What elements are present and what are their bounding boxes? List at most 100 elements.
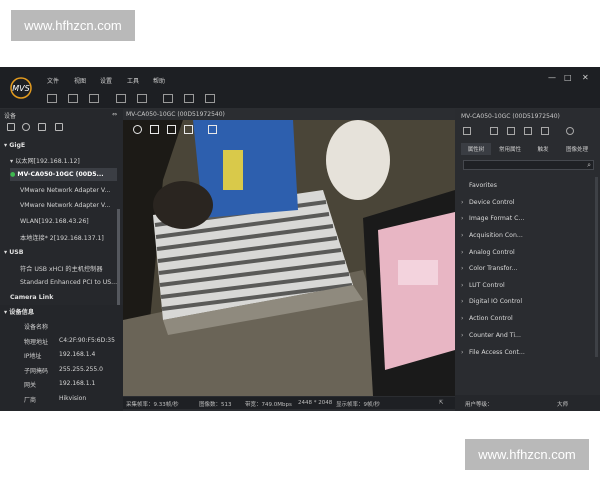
expand-icon[interactable]: ⇱ [439,400,444,406]
info-key-mac: 物理地址 [24,339,49,346]
close-button[interactable]: ✕ [582,73,589,82]
property-tool-3-icon[interactable] [507,127,515,135]
info-value-mac: C4:2F:90:F5:6D:35 [59,337,115,344]
user-level-select[interactable]: 大师 [557,400,568,408]
property-tool-4-icon[interactable] [524,127,532,135]
category-color-transform[interactable]: › Color Transfor... [461,265,517,272]
info-key-subnet: 子网掩码 [24,368,49,375]
search-icon: ⌕ [587,161,591,169]
chevron-right-icon: › [461,199,464,206]
category-counter-timer[interactable]: › Counter And Ti... [461,332,521,339]
mvs-logo: MVS [10,77,32,99]
category-acquisition[interactable]: › Acquisition Con... [461,232,523,239]
tree-gige-label: GigE [9,142,26,149]
info-value-ip: 192.168.1.4 [59,351,96,358]
property-search-input[interactable]: ⌕ [463,160,594,170]
category-favorites[interactable]: Favorites [461,182,497,189]
video-record-icon[interactable] [184,125,193,134]
category-device-control-label: Device Control [469,199,515,206]
preview-status-bar: 采集帧率：9.33帧/秒 图像数：513 带宽：749.0Mbps 2448 *… [123,397,455,409]
property-tool-2-icon[interactable] [490,127,498,135]
user-level-bar: 用户等级： 大师 [455,395,600,411]
category-digital-io-label: Digital IO Control [469,298,523,305]
user-level-label: 用户等级： [465,402,493,408]
watermark-bottom: www.hfhzcn.com [465,439,589,470]
tree-node-ethernet[interactable]: ▾ 以太网[192.168.1.12] [10,156,127,165]
category-action-control[interactable]: › Action Control [461,315,513,322]
camera-live-image [123,120,455,396]
device-info-title-label: 设备信息 [9,309,35,316]
save-icon[interactable] [68,94,78,103]
category-analog-control[interactable]: › Analog Control [461,249,515,256]
chevron-right-icon: › [461,332,464,339]
chevron-right-icon: › [461,265,464,272]
chevron-right-icon: › [461,282,464,289]
title-bar: MVS 文件 视图 设置 工具 帮助 — □ ✕ [0,67,600,108]
tree-usb-label: USB [9,249,24,256]
tab-property-tree[interactable]: 属性树 [461,143,491,155]
multi-window-icon[interactable] [116,94,126,103]
device-panel-title: 设备 [4,113,17,120]
layout-icon[interactable] [208,125,217,134]
status-collect-rate: 采集帧率：9.33帧/秒 [126,402,179,408]
snapshot-icon[interactable] [167,125,176,134]
menu-file[interactable]: 文件 [47,76,59,85]
maximize-button[interactable]: □ [564,73,572,82]
menu-settings[interactable]: 设置 [100,76,112,85]
tab-common-properties[interactable]: 常用属性 [493,143,527,155]
category-analog-control-label: Analog Control [469,249,515,256]
menu-view[interactable]: 视图 [74,76,86,85]
tree-section-usb[interactable]: ▾ USB [4,249,121,256]
open-folder-icon[interactable] [47,94,57,103]
modify-ip-icon[interactable] [55,123,63,131]
tree-section-camera-link[interactable]: Camera Link [10,294,127,301]
info-key-vendor: 厂商 [24,397,37,404]
category-lut-control[interactable]: › LUT Control [461,282,505,289]
camera-preview[interactable] [123,120,455,396]
refresh-icon[interactable] [566,127,574,135]
category-digital-io[interactable]: › Digital IO Control [461,298,522,305]
device-info-panel: ▾ 设备信息 设备名称 物理地址 C4:2F:90:F5:6D:35 IP地址 … [0,305,123,411]
mvs-application-window: MVS 文件 视图 设置 工具 帮助 — □ ✕ 设备 ⇔ ▾ GigE ▾ 以… [0,67,600,411]
property-save-icon[interactable] [541,127,549,135]
display-icon[interactable] [184,94,194,103]
category-counter-timer-label: Counter And Ti... [469,332,521,339]
info-key-name: 设备名称 [24,324,49,331]
tree-device-selected[interactable]: ● MV-CA050-10GC (00D5... [10,168,117,181]
connected-status-icon: ● [10,171,16,178]
histogram-icon[interactable] [163,94,173,103]
property-panel-title: MV-CA050-10GC (00D51972540) [461,113,560,120]
minimize-button[interactable]: — [548,73,556,82]
category-image-format[interactable]: › Image Format C... [461,215,524,222]
svg-text:MVS: MVS [12,84,29,93]
load-config-icon[interactable] [89,94,99,103]
tree-adapter-2[interactable]: VMware Network Adapter V... [20,202,137,209]
record-icon[interactable] [22,123,30,131]
property-scrollbar[interactable] [595,177,598,357]
category-file-access[interactable]: › File Access Cont... [461,349,525,356]
status-display-rate: 显示帧率：9帧/秒 [336,402,380,408]
tab-image-processing[interactable]: 图像处理 [559,143,595,155]
fit-window-icon[interactable] [150,125,159,134]
disconnect-icon[interactable] [7,123,15,131]
tree-adapter-1[interactable]: VMware Network Adapter V... [20,187,137,194]
add-device-icon[interactable] [38,123,46,131]
device-tree-scrollbar[interactable] [117,209,120,319]
preview-title: MV-CA050-10GC (00D51972540) [126,111,225,118]
menu-tools[interactable]: 工具 [127,76,139,85]
property-panel: MV-CA050-10GC (00D51972540) 属性树 常用属性 触发 … [455,109,600,411]
category-acquisition-label: Acquisition Con... [469,232,523,239]
property-tool-1-icon[interactable] [463,127,471,135]
chevron-right-icon: › [461,232,464,239]
tab-trigger[interactable]: 触发 [529,143,557,155]
tree-section-gige[interactable]: ▾ GigE [4,142,121,149]
image-icon[interactable] [137,94,147,103]
pin-icon[interactable]: ⇔ [112,111,117,118]
device-info-title[interactable]: ▾ 设备信息 [4,307,121,316]
list-icon[interactable] [205,94,215,103]
category-device-control[interactable]: › Device Control [461,199,515,206]
stop-record-icon[interactable] [133,125,142,134]
device-panel: 设备 ⇔ ▾ GigE ▾ 以太网[192.168.1.12] ● MV-CA0… [0,109,123,411]
menu-help[interactable]: 帮助 [153,76,165,85]
category-lut-control-label: LUT Control [469,282,505,289]
